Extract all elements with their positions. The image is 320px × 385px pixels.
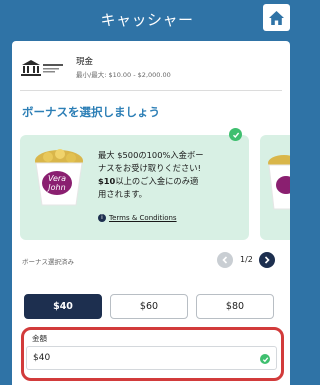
bonus-line-2: ナスをお受け取りください! xyxy=(98,163,201,173)
bonus-card[interactable]: Vera John 最大 $500の100%入金ボー ナスをお受け取りください!… xyxy=(20,135,249,240)
amount-option-60[interactable]: $60 xyxy=(110,294,188,319)
bank-transfer-logo xyxy=(21,60,63,76)
next-bonus-image xyxy=(268,155,290,210)
page-title: キャッシャー xyxy=(100,11,194,29)
payment-method-name: 現金 xyxy=(76,57,94,67)
bonus-line-4: 用されます。 xyxy=(98,189,147,199)
divider xyxy=(20,90,282,91)
terms-conditions[interactable]: i Terms & Conditions xyxy=(98,214,177,222)
chevron-left-icon xyxy=(222,256,228,264)
bonus-selected-check-icon xyxy=(229,128,242,141)
amount-option-80[interactable]: $80 xyxy=(196,294,274,319)
svg-text:Vera: Vera xyxy=(48,174,66,183)
payment-method[interactable]: 現金 最小/最大: $10.00 - $2,000.00 xyxy=(20,53,280,87)
cashier-panel: 現金 最小/最大: $10.00 - $2,000.00 ボーナスを選択しましょ… xyxy=(12,41,290,385)
bonus-min-deposit: $10 xyxy=(98,176,116,186)
bonus-heading: ボーナスを選択しましょう xyxy=(22,105,160,119)
chevron-right-icon xyxy=(264,256,270,264)
payment-method-limit: 最小/最大: $10.00 - $2,000.00 xyxy=(76,71,171,79)
cashier-header: キャッシャー xyxy=(0,0,294,38)
bonus-description: 最大 $500の100%入金ボー ナスをお受け取りください! $10以上のご入金… xyxy=(98,149,246,201)
bonus-line-3: $10以上のご入金にのみ適 xyxy=(98,175,246,188)
info-icon: i xyxy=(98,214,106,222)
bonus-line-1: 最大 $500の100%入金ボー xyxy=(98,150,204,160)
amount-label: 金額 xyxy=(32,334,47,343)
previous-bonus-button[interactable] xyxy=(217,252,233,268)
home-button[interactable] xyxy=(263,4,290,31)
next-bonus-card-peek[interactable] xyxy=(260,135,290,240)
next-bonus-button[interactable] xyxy=(259,252,275,268)
svg-text:John: John xyxy=(46,183,65,192)
bonus-line-3-rest: 以上のご入金にのみ適 xyxy=(115,176,199,186)
bonus-selected-label: ボーナス選択済み xyxy=(22,258,74,266)
bonus-page-indicator: 1/2 xyxy=(240,255,253,264)
terms-link[interactable]: Terms & Conditions xyxy=(109,214,177,222)
amount-valid-check-icon xyxy=(260,354,270,364)
vera-john-coin-cup-image: Vera John xyxy=(35,149,83,206)
home-icon xyxy=(269,10,284,25)
amount-input[interactable]: $40 xyxy=(26,346,277,370)
amount-option-40[interactable]: $40 xyxy=(24,294,102,319)
